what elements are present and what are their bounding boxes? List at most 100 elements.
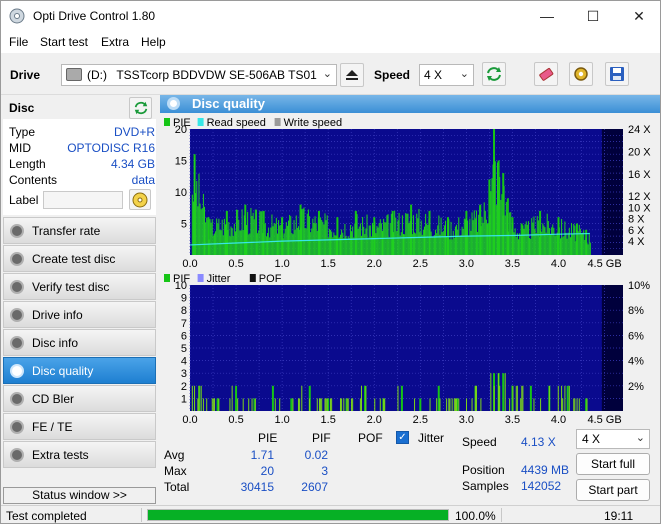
data-bar — [510, 212, 512, 255]
data-bar — [318, 219, 320, 255]
data-bar — [433, 235, 435, 255]
settings-button[interactable] — [569, 62, 593, 86]
jitter-checkbox[interactable]: ✓ — [396, 431, 409, 444]
col-pie: PIE — [258, 431, 278, 445]
disc-info-row: Type DVD+R — [9, 125, 155, 141]
data-bar — [199, 203, 201, 255]
data-bar — [301, 385, 303, 411]
data-bar — [218, 398, 220, 411]
data-bar — [296, 227, 298, 255]
data-bar — [275, 217, 277, 255]
data-bar — [484, 210, 486, 255]
max-label: Max — [164, 464, 187, 478]
nav-item-disc-info[interactable]: Disc info — [3, 329, 156, 356]
data-bar — [198, 173, 200, 255]
nav-item-cd-bler[interactable]: CD Bler — [3, 385, 156, 412]
save-icon — [610, 67, 624, 81]
data-bar — [460, 235, 462, 255]
drive-select[interactable]: (D:) TSSTcorp BDDVDW SE-506AB TS01 ⌄ — [61, 64, 337, 86]
data-bar — [281, 218, 283, 255]
y-right-tick-label: 8 X — [628, 214, 645, 226]
data-bar — [472, 220, 474, 255]
data-bar — [522, 225, 524, 255]
progress-percent: 100.0% — [455, 509, 496, 523]
nav-item-fe-te[interactable]: FE / TE — [3, 413, 156, 440]
data-bar — [439, 398, 441, 411]
data-bar — [381, 230, 383, 255]
nav-item-create-test-disc[interactable]: Create test disc — [3, 245, 156, 272]
data-bar — [569, 237, 571, 255]
speed-select[interactable]: 4 X ⌄ — [419, 64, 474, 86]
nav-item-transfer-rate[interactable]: Transfer rate — [3, 217, 156, 244]
data-bar — [351, 231, 353, 255]
eject-icon — [346, 70, 358, 80]
menu-start-test[interactable]: Start test — [40, 35, 88, 49]
data-bar — [562, 237, 564, 255]
pie-max: 20 — [260, 464, 274, 478]
avg-label: Avg — [164, 448, 185, 462]
close-button[interactable]: ✕ — [616, 1, 661, 31]
data-bar — [449, 239, 451, 255]
maximize-button[interactable]: ☐ — [570, 1, 616, 31]
nav-item-extra-tests[interactable]: Extra tests — [3, 441, 156, 468]
data-bar — [204, 206, 206, 255]
data-bar — [390, 213, 392, 255]
label-disc-button[interactable] — [129, 189, 151, 210]
disc-icon — [10, 392, 24, 406]
save-button[interactable] — [605, 62, 629, 86]
test-speed-select[interactable]: 4 X ⌄ — [576, 429, 650, 449]
data-bar — [322, 221, 324, 255]
data-bar — [475, 385, 477, 411]
eject-button[interactable] — [340, 63, 364, 87]
data-bar — [454, 398, 456, 411]
data-bar — [442, 231, 444, 255]
data-bar — [375, 233, 377, 255]
menu-help[interactable]: Help — [141, 35, 166, 49]
data-bar — [243, 215, 245, 255]
data-bar — [373, 224, 375, 255]
data-bar — [535, 233, 537, 255]
y-tick-label: 3 — [181, 368, 187, 380]
data-bar — [292, 234, 294, 255]
status-bar: Test completed 100.0% 19:11 — [1, 505, 660, 523]
data-bar — [509, 212, 511, 255]
data-bar — [380, 223, 382, 255]
data-bar — [387, 214, 389, 255]
start-full-button[interactable]: Start full — [576, 453, 650, 475]
menu-extra[interactable]: Extra — [101, 35, 129, 49]
data-bar — [554, 235, 556, 255]
data-bar — [235, 385, 238, 411]
data-bar — [335, 235, 337, 255]
status-window-button[interactable]: Status window >> — [3, 487, 156, 504]
data-bar — [439, 234, 441, 255]
data-bar — [260, 211, 262, 255]
data-bar — [254, 398, 256, 411]
nav-item-drive-info[interactable]: Drive info — [3, 301, 156, 328]
x-tick-label: 0.5 — [228, 258, 243, 270]
disc-icon — [10, 364, 24, 378]
chevron-down-icon: ⌄ — [635, 432, 645, 444]
data-bar — [289, 214, 291, 255]
data-bar — [509, 398, 511, 411]
data-bar — [341, 229, 343, 255]
data-bar — [540, 398, 542, 411]
data-bar — [575, 241, 577, 255]
erase-button[interactable] — [534, 62, 558, 86]
pif-avg: 0.02 — [304, 448, 328, 462]
nav-item-verify-test-disc[interactable]: Verify test disc — [3, 273, 156, 300]
samples-label: Samples — [462, 479, 509, 493]
minimize-button[interactable]: — — [524, 1, 570, 31]
label-input[interactable] — [43, 191, 123, 209]
data-bar — [430, 231, 432, 255]
data-bar — [473, 210, 475, 255]
refresh-speed-button[interactable] — [482, 62, 506, 86]
start-part-button[interactable]: Start part — [576, 479, 650, 501]
nav-item-disc-quality[interactable]: Disc quality — [3, 357, 156, 384]
data-bar — [557, 235, 559, 255]
disc-refresh-button[interactable] — [129, 97, 152, 119]
data-bar — [351, 398, 353, 411]
data-bar — [274, 223, 276, 255]
menu-file[interactable]: File — [9, 35, 28, 49]
data-bar — [212, 398, 214, 411]
disc-icon — [10, 224, 24, 238]
